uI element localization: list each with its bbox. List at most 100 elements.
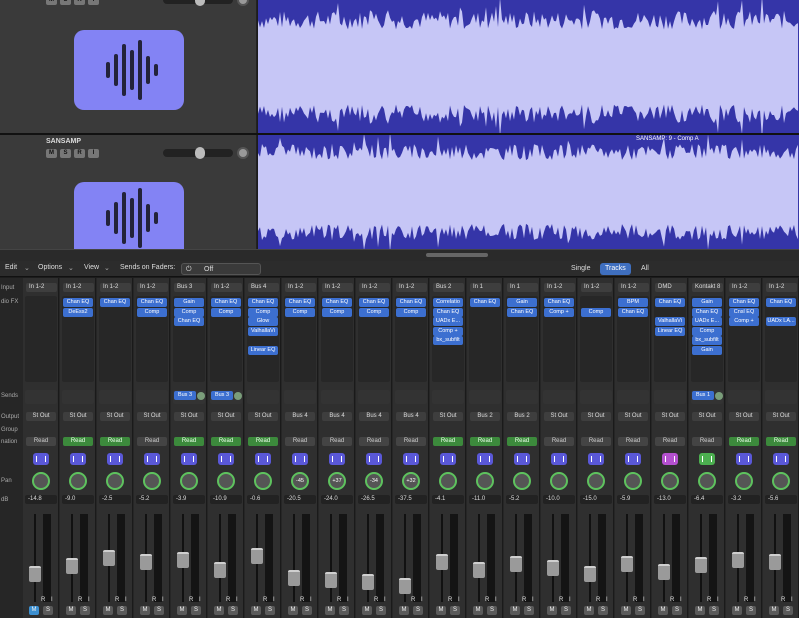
record-input-buttons[interactable]: R I [596, 597, 610, 603]
output-slot[interactable]: St Out [433, 412, 463, 421]
db-value[interactable]: -5.2 [136, 495, 168, 504]
input-slot[interactable]: Bus 4 [248, 283, 279, 292]
plugin-slot[interactable]: Comp [211, 307, 241, 317]
plugin-slot[interactable]: Gain [507, 298, 537, 307]
record-enable-button[interactable]: R [74, 149, 85, 158]
plugin-slot[interactable]: Chan EQ [729, 298, 759, 307]
plugin-slot[interactable]: Chan EQ [655, 298, 685, 307]
waveform-icon[interactable] [403, 453, 419, 465]
output-slot[interactable]: Bus 2 [470, 412, 500, 421]
record-input-buttons[interactable]: R I [522, 597, 536, 603]
input-slot[interactable]: Kontakt 8 [692, 283, 723, 292]
music-note-icon[interactable] [699, 453, 715, 465]
solo-button[interactable]: S [302, 606, 312, 615]
plugin-slot[interactable]: Chan EQ [211, 298, 241, 307]
mute-button[interactable]: M [325, 606, 335, 615]
output-slot[interactable]: St Out [26, 412, 56, 421]
volume-fader[interactable] [362, 574, 374, 590]
input-slot[interactable]: In 1-2 [618, 283, 649, 292]
record-input-buttons[interactable]: R I [115, 597, 129, 603]
mute-button[interactable]: M [473, 606, 483, 615]
plugin-slot[interactable]: UADx E... [433, 317, 463, 326]
volume-fader[interactable] [473, 562, 485, 578]
input-slot[interactable]: Bus 2 [433, 283, 464, 292]
automation-mode-button[interactable]: Read [655, 437, 685, 446]
waveform-icon[interactable] [107, 453, 123, 465]
plugin-slot[interactable]: Chan EQ [396, 298, 426, 307]
automation-mode-button[interactable]: Read [396, 437, 426, 446]
pan-knob[interactable] [698, 472, 716, 490]
plugin-slot[interactable]: Gain [692, 345, 722, 355]
channel-strip[interactable]: DMD Chan EQ ValhallaVi Linear EQ St Out Read -… [652, 278, 688, 618]
plugin-slot[interactable]: Correlatio [433, 298, 463, 307]
plugin-slot[interactable]: Chan EQ [618, 307, 648, 317]
pan-knob[interactable] [180, 472, 198, 490]
automation-mode-button[interactable]: Read [692, 437, 722, 446]
mute-button[interactable]: M [140, 606, 150, 615]
solo-button[interactable]: S [672, 606, 682, 615]
output-slot[interactable]: St Out [63, 412, 93, 421]
mute-button[interactable]: M [103, 606, 113, 615]
mute-button[interactable]: M [732, 606, 742, 615]
db-value[interactable]: -2.5 [99, 495, 131, 504]
pan-knob[interactable] [439, 472, 457, 490]
solo-button[interactable]: S [265, 606, 275, 615]
plugin-slot[interactable]: UADx LA... [766, 317, 796, 326]
plugin-slot[interactable]: UADx E... [692, 317, 722, 326]
db-value[interactable]: -11.0 [469, 495, 501, 504]
mixer-splitter[interactable] [0, 249, 799, 261]
plugin-slot[interactable]: Comp [396, 307, 426, 317]
mute-button[interactable]: M [547, 606, 557, 615]
waveform-icon[interactable] [70, 453, 86, 465]
send-well[interactable] [617, 390, 649, 404]
db-value[interactable]: -3.2 [728, 495, 760, 504]
mute-button[interactable]: M [214, 606, 224, 615]
volume-fader[interactable] [732, 551, 744, 568]
solo-button[interactable]: S [60, 149, 71, 158]
output-slot[interactable]: St Out [618, 412, 648, 421]
solo-button[interactable]: S [376, 606, 386, 615]
output-slot[interactable]: Bus 4 [322, 412, 352, 421]
record-input-buttons[interactable]: R I [300, 597, 314, 603]
plugin-slot[interactable]: Chan EQ [544, 298, 574, 307]
plugin-slot[interactable]: Chan EQ [63, 298, 93, 307]
channel-strip[interactable]: In 1-2 Chan EQ Comp Bus 3 St Out Read -10.9 R I… [208, 278, 244, 618]
pan-knob[interactable] [661, 472, 679, 490]
channel-strip[interactable]: In 1-2 Chan EQ Cnsl EQ Comp + St Out Read -3.2… [726, 278, 762, 618]
plugin-slot[interactable]: bx_subfilt [692, 336, 722, 345]
pan-knob[interactable]: -45 [291, 472, 309, 490]
input-slot[interactable]: Bus 3 [174, 283, 205, 292]
plugin-slot[interactable]: Chan EQ [433, 307, 463, 317]
channel-strip[interactable]: In 1-2 Chan EQ Comp Bus 4 Read +37 -24.0 R IMS [319, 278, 355, 618]
output-slot[interactable]: St Out [766, 412, 796, 421]
output-slot[interactable]: St Out [655, 412, 685, 421]
mute-button[interactable]: M [66, 606, 76, 615]
mute-button[interactable]: M [584, 606, 594, 615]
mute-button[interactable]: M [251, 606, 261, 615]
plugin-slot[interactable]: Comp [322, 307, 352, 317]
plugin-slot[interactable]: Chan EQ [137, 298, 167, 307]
volume-fader[interactable] [288, 570, 300, 586]
automation-mode-button[interactable]: Read [618, 437, 648, 446]
plugin-slot[interactable]: Chan EQ [470, 298, 500, 307]
track-2-volume-slider[interactable] [163, 147, 233, 159]
send-well[interactable] [99, 390, 131, 404]
plugin-slot[interactable]: Linear EQ [655, 326, 685, 336]
plugin-slot[interactable]: ValhallaVi [248, 326, 278, 336]
pan-knob[interactable] [476, 472, 494, 490]
audio-fx-slots[interactable] [469, 296, 501, 382]
input-slot[interactable]: In 1-2 [729, 283, 760, 292]
waveform-icon[interactable] [33, 453, 49, 465]
solo-button[interactable]: S [339, 606, 349, 615]
waveform-icon[interactable] [218, 453, 234, 465]
output-slot[interactable]: St Out [174, 412, 204, 421]
solo-button[interactable]: S [450, 606, 460, 615]
pan-knob[interactable] [106, 472, 124, 490]
channel-strip[interactable]: In 1-2 Chan EQ Comp Bus 4 Read -45 -20.5 R IMS [282, 278, 318, 618]
send-well[interactable] [247, 390, 279, 404]
view-single-button[interactable]: Single [566, 263, 595, 275]
pan-knob[interactable] [32, 472, 50, 490]
pan-knob[interactable] [69, 472, 87, 490]
output-slot[interactable]: Bus 2 [507, 412, 537, 421]
channel-strip[interactable]: Bus 2 Correlatio Chan EQ UADx E... Comp + bx_… [430, 278, 466, 618]
